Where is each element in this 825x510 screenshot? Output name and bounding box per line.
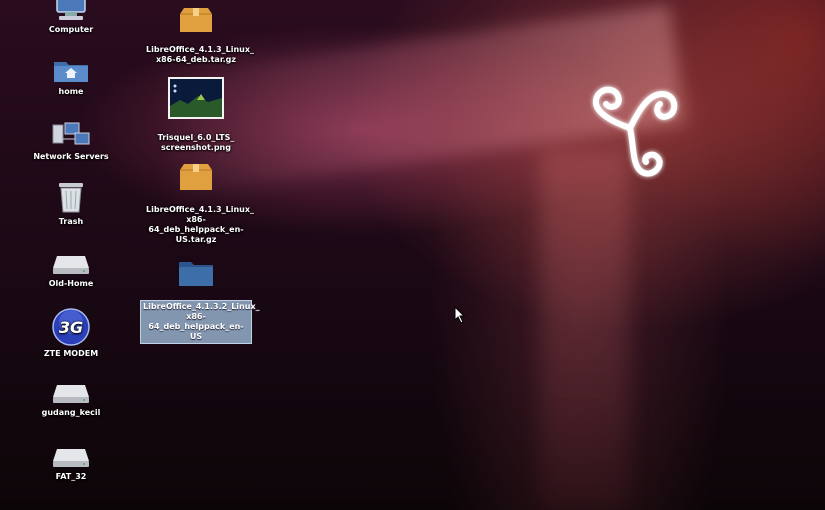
desktop-icon-label: Computer [48,25,94,34]
desktop[interactable]: { "colors": { "wallpaper_dark": "#1a0814… [0,0,825,510]
desktop-icon-gudang-kecil[interactable]: gudang_kecil [19,381,123,419]
desktop-icon-network-servers[interactable]: Network Servers [19,121,123,163]
desktop-icon-label: gudang_kecil [41,408,101,417]
desktop-icon-label: FAT_32 [55,472,87,481]
svg-text:3G: 3G [59,318,83,337]
trash-icon [59,183,83,213]
desktop-icon-computer[interactable]: Computer [19,0,123,36]
desktop-file-libreoffice-tar[interactable]: LibreOffice_4.1.3_Linux_ x86-64_deb.tar.… [144,0,254,76]
desktop-icon-old-home[interactable]: Old-Home [19,252,123,290]
desktop-icon-label: LibreOffice_4.1.3_Linux_ x86-64_deb.tar.… [146,45,254,64]
desktop-icon-label: ZTE MODEM [43,349,99,358]
drive-icon [53,256,89,274]
desktop-icon-zte-modem[interactable]: 3G ZTE MODEM [19,308,123,360]
desktop-icon-home[interactable]: home [19,56,123,98]
3g-modem-icon: 3G [52,308,90,346]
desktop-icon-fat32[interactable]: FAT_32 [19,445,123,483]
home-folder-icon [54,62,88,82]
desktop-icon-label: Trash [58,217,84,226]
desktop-file-libreoffice-helppack-tar[interactable]: LibreOffice_4.1.3_Linux_ x86-64_deb_help… [144,150,254,256]
desktop-icon-label: Network Servers [33,152,109,161]
desktop-folder-libreoffice-helppack[interactable]: LibreOffice_4.1.3.2_Linux_ x86-64_deb_he… [140,248,260,354]
desktop-icon-label: LibreOffice_4.1.3_Linux_ x86-64_deb_help… [146,205,254,244]
folder-icon [179,262,213,286]
desktop-icon-label: home [58,87,84,96]
desktop-icon-label: LibreOffice_4.1.3.2_Linux_ x86-64_deb_he… [140,300,260,344]
package-icon [180,8,212,32]
desktop-icon-trash[interactable]: Trash [19,180,123,228]
image-thumbnail-icon [168,77,224,119]
drive-icon [53,449,89,467]
computer-icon [56,0,86,20]
package-icon [180,164,212,190]
wallpaper-light-column [540,150,630,510]
drive-icon [53,385,89,403]
desktop-icon-label: Old-Home [48,279,94,288]
mouse-pointer-icon [454,306,466,324]
trisquel-logo [592,86,678,177]
network-servers-icon [52,122,90,145]
